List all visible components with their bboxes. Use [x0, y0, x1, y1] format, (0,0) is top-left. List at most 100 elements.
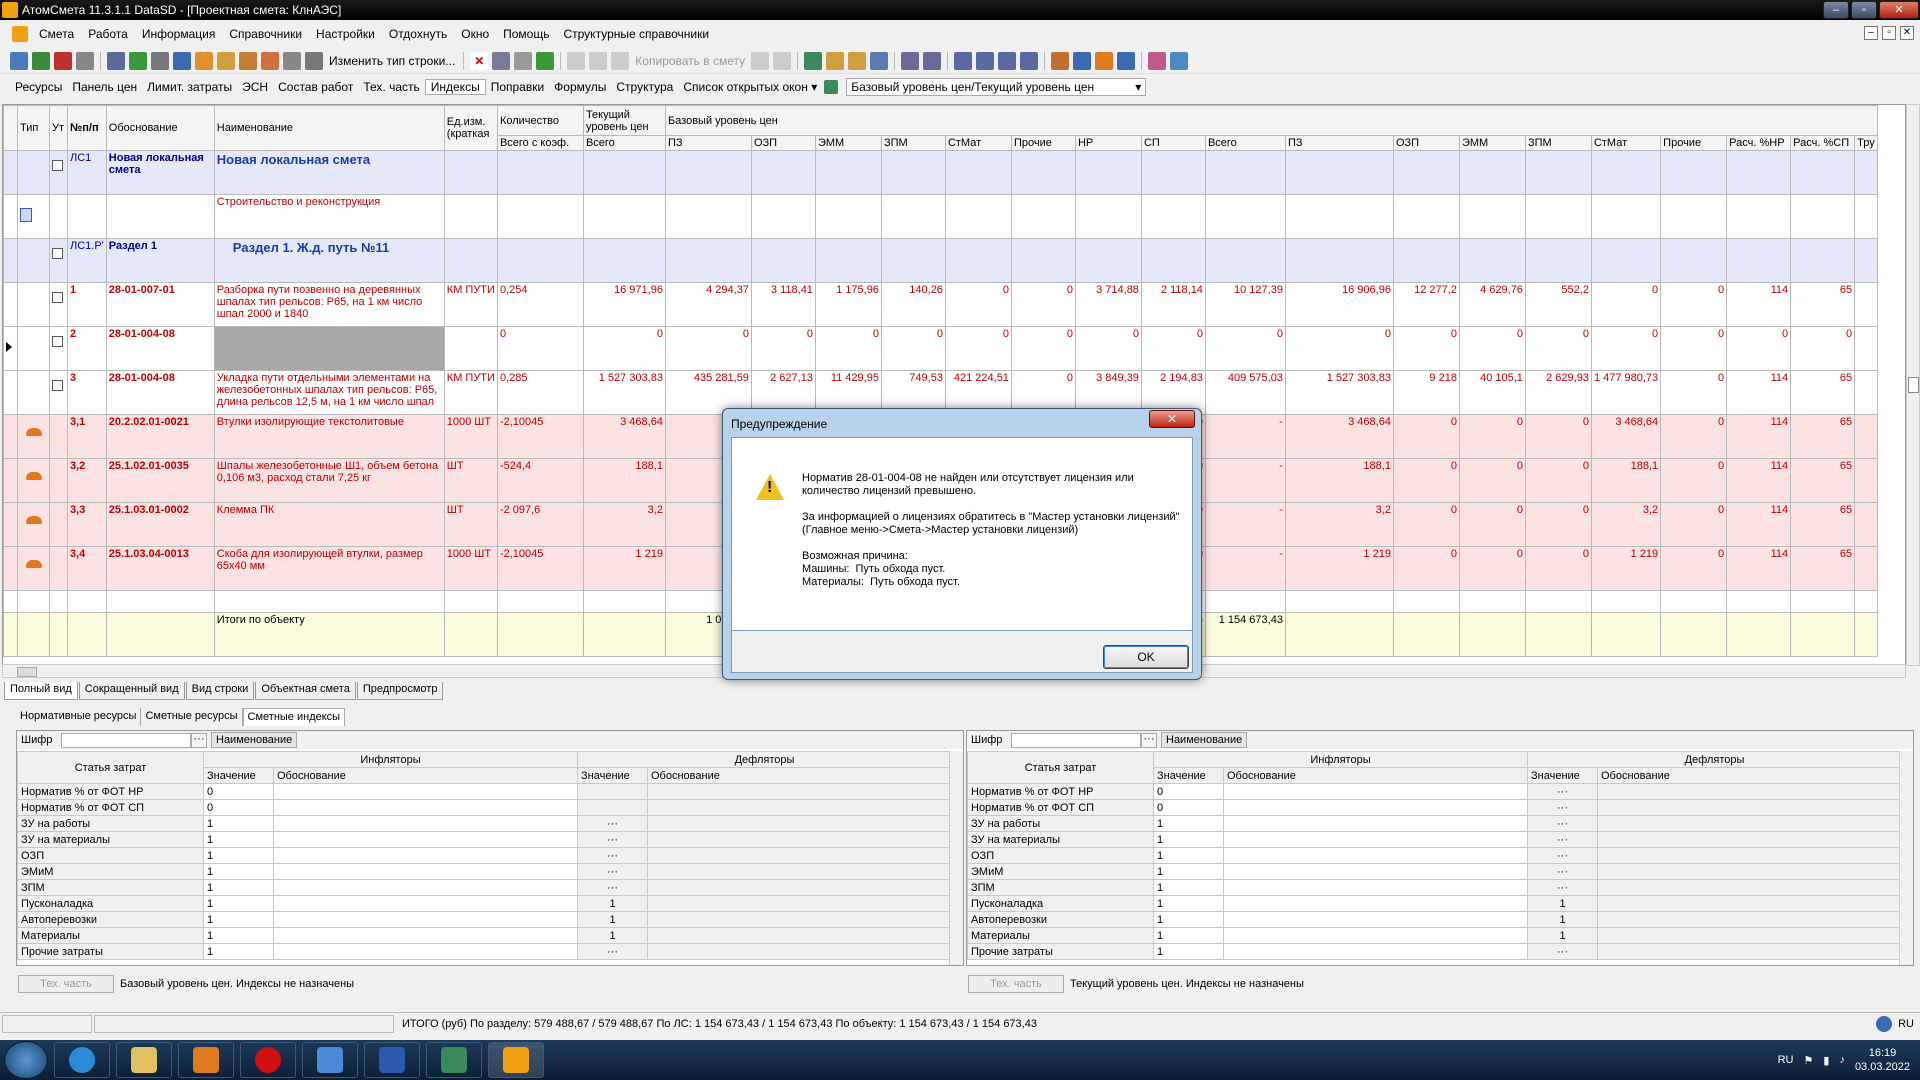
deflator-value[interactable]: 1 — [577, 895, 648, 912]
deflator-basis[interactable] — [1597, 911, 1902, 928]
inflator-value[interactable]: 1 — [203, 927, 274, 944]
table-row[interactable]: ЗУ на работы 1 ··· — [967, 815, 1902, 832]
tool8-icon[interactable] — [514, 51, 533, 70]
inflator-basis[interactable] — [273, 879, 578, 896]
inflator-basis[interactable] — [1223, 943, 1528, 960]
deflator-basis[interactable] — [647, 847, 952, 864]
table-row[interactable]: ЗУ на работы 1 ··· — [17, 815, 952, 832]
redo-icon[interactable] — [173, 51, 191, 70]
material-icon[interactable] — [1095, 51, 1114, 70]
price-level-select[interactable]: Базовый уровень цен/Текущий уровень цен — [846, 78, 1147, 96]
tool2-icon[interactable] — [217, 51, 235, 70]
inflator-value[interactable]: 0 — [1153, 799, 1224, 816]
tool4-icon[interactable] — [261, 51, 279, 70]
inflator-value[interactable]: 1 — [1153, 815, 1224, 832]
table-row[interactable]: Норматив % от ФОТ СП 0 ··· — [967, 799, 1902, 816]
shifr-input[interactable] — [61, 732, 191, 748]
tab-corrections[interactable]: Поправки — [486, 80, 549, 94]
taskbar-mail[interactable] — [302, 1042, 358, 1078]
tab-limit-costs[interactable]: Лимит. затраты — [142, 80, 237, 94]
taskbar-atomsmeta[interactable] — [488, 1042, 544, 1078]
mdi-close-button[interactable]: ✕ — [1900, 26, 1914, 40]
tab-preview[interactable]: Предпросмотр — [356, 682, 444, 700]
menu-window[interactable]: Окно — [454, 27, 496, 41]
indent-icon[interactable] — [954, 51, 973, 70]
filter2-icon[interactable] — [923, 51, 942, 70]
shifr-browse-button[interactable]: ··· — [191, 732, 207, 748]
deflator-value[interactable] — [577, 799, 648, 816]
mdi-minimize-button[interactable]: – — [1864, 26, 1878, 40]
table-row[interactable]: ЗПМ 1 ··· — [17, 879, 952, 896]
table-row[interactable]: ЗУ на материалы 1 ··· — [967, 831, 1902, 848]
deflator-value[interactable]: ··· — [1527, 831, 1598, 848]
excel-icon[interactable] — [32, 51, 50, 70]
row-checkbox[interactable] — [52, 248, 63, 259]
copy-to-estimate-button[interactable]: Копировать в смету — [631, 54, 749, 68]
deflator-value[interactable]: 1 — [577, 911, 648, 928]
maximize-button[interactable]: ▫ — [1851, 1, 1877, 19]
table-row[interactable]: Автоперевозки 1 1 — [17, 911, 952, 928]
layers-icon[interactable] — [1170, 51, 1189, 70]
panel-scrollbar[interactable] — [949, 751, 963, 965]
tool14-icon[interactable] — [870, 51, 889, 70]
deflator-value[interactable]: ··· — [1527, 943, 1598, 960]
inflator-basis[interactable] — [1223, 783, 1528, 800]
menu-rest[interactable]: Отдохнуть — [382, 27, 454, 41]
taskbar-media[interactable] — [178, 1042, 234, 1078]
deflator-basis[interactable] — [1597, 831, 1902, 848]
menu-rabota[interactable]: Работа — [81, 27, 135, 41]
ok-button[interactable]: OK — [1103, 645, 1189, 669]
inflator-value[interactable]: 1 — [1153, 943, 1224, 960]
row-name-editing[interactable] — [213, 326, 445, 371]
deflator-value[interactable]: ··· — [1527, 863, 1598, 880]
inflator-value[interactable]: 1 — [1153, 879, 1224, 896]
menu-structural-refs[interactable]: Структурные справочники — [556, 27, 716, 41]
tool3-icon[interactable] — [239, 51, 257, 70]
tech-part-button[interactable]: Тех. часть — [18, 975, 114, 993]
table-row[interactable]: Прочие затраты 1 ··· — [967, 943, 1902, 960]
deflator-basis[interactable] — [647, 927, 952, 944]
taskbar-ie[interactable] — [54, 1042, 110, 1078]
tab-structure[interactable]: Структура — [611, 80, 678, 94]
inflator-value[interactable]: 1 — [1153, 831, 1224, 848]
tab-short-view[interactable]: Сокращенный вид — [78, 682, 185, 700]
tab-full-view[interactable]: Полный вид — [4, 682, 78, 700]
deflator-basis[interactable] — [647, 911, 952, 928]
cut-icon[interactable] — [567, 51, 586, 70]
filter-icon[interactable] — [901, 51, 920, 70]
shifr-input[interactable] — [1011, 732, 1141, 748]
deflator-value[interactable]: ··· — [577, 815, 648, 832]
inflator-basis[interactable] — [273, 831, 578, 848]
inflator-basis[interactable] — [1223, 911, 1528, 928]
inflator-basis[interactable] — [1223, 831, 1528, 848]
scroll-thumb[interactable] — [1908, 377, 1919, 393]
table-row[interactable]: ЭМиМ 1 ··· — [17, 863, 952, 880]
deflator-basis[interactable] — [1597, 799, 1902, 816]
table-row[interactable]: ЛС1.Р' Раздел 1 Раздел 1. Ж.д. путь №11 — [3, 238, 1878, 283]
deflator-value[interactable]: ··· — [577, 863, 648, 880]
table-row[interactable]: ОЗП 1 ··· — [17, 847, 952, 864]
tab-object-estimate[interactable]: Объектная смета — [255, 682, 356, 700]
deflator-value[interactable]: ··· — [1527, 783, 1598, 800]
deflator-basis[interactable] — [1597, 783, 1902, 800]
align2-icon[interactable] — [1020, 51, 1039, 70]
paste-icon[interactable] — [611, 51, 630, 70]
deflator-basis[interactable] — [647, 895, 952, 912]
taskbar-explorer[interactable] — [116, 1042, 172, 1078]
inflator-basis[interactable] — [273, 911, 578, 928]
inflator-value[interactable]: 1 — [203, 879, 274, 896]
new-doc-icon[interactable] — [10, 51, 28, 70]
tab-work-composition[interactable]: Состав работ — [273, 80, 358, 94]
table-row[interactable]: ЛС1 Новая локальная смета Новая локальна… — [3, 150, 1878, 195]
table-row[interactable]: Норматив % от ФОТ НР 0 — [17, 783, 952, 800]
inflator-value[interactable]: 1 — [1153, 927, 1224, 944]
inflator-basis[interactable] — [273, 863, 578, 880]
tray-network-icon[interactable]: ▮ — [1823, 1054, 1829, 1067]
copy-icon[interactable] — [589, 51, 608, 70]
table-row[interactable]: ЗУ на материалы 1 ··· — [17, 831, 952, 848]
inflator-basis[interactable] — [273, 815, 578, 832]
inflator-value[interactable]: 1 — [203, 911, 274, 928]
deflator-value[interactable]: ··· — [1527, 815, 1598, 832]
deflator-basis[interactable] — [1597, 815, 1902, 832]
tab-tech-part[interactable]: Тех. часть — [358, 80, 424, 94]
